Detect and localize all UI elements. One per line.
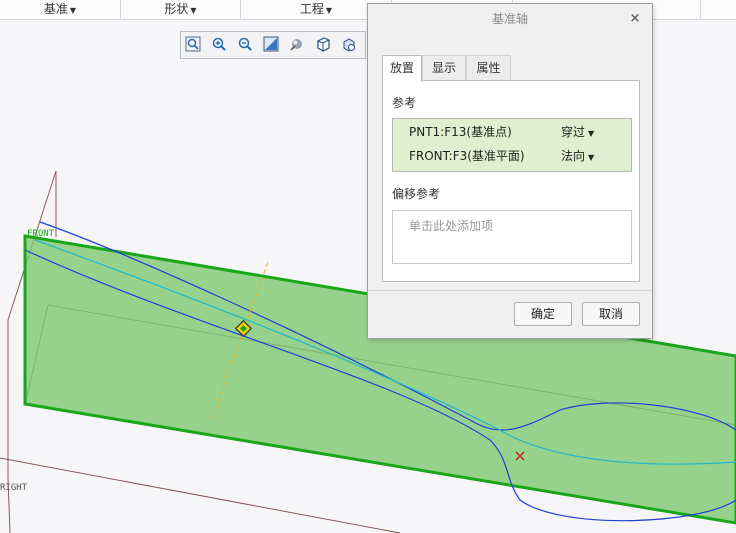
chevron-down-icon: ▼ xyxy=(325,6,333,15)
reference-row[interactable]: PNT1:F13(基准点) 穿过 ▼ xyxy=(393,120,631,144)
spin-center-icon[interactable] xyxy=(289,36,309,54)
chevron-down-icon: ▼ xyxy=(588,153,595,162)
tab-properties[interactable]: 属性 xyxy=(466,55,511,80)
reference-row[interactable]: FRONT:F3(基准平面) 法向 ▼ xyxy=(393,144,631,168)
chevron-down-icon: ▼ xyxy=(588,129,595,138)
group-divider xyxy=(700,0,701,19)
offset-references-label: 偏移参考 xyxy=(392,187,441,201)
constraint-value: 法向 xyxy=(561,149,586,163)
shape-group-label: 形状 xyxy=(164,2,189,16)
zoom-out-icon[interactable] xyxy=(237,36,257,54)
chevron-down-icon: ▼ xyxy=(69,6,77,15)
offset-placeholder: 单击此处添加项 xyxy=(409,219,494,233)
references-collector[interactable]: PNT1:F13(基准点) 穿过 ▼ FRONT:F3(基准平面) 法向 ▼ xyxy=(392,118,632,172)
offset-references-collector[interactable]: 单击此处添加项 xyxy=(392,210,632,264)
dialog-title: 基准轴 xyxy=(491,12,528,26)
chevron-down-icon: ▼ xyxy=(190,6,197,15)
display-style-icon[interactable] xyxy=(315,36,335,54)
front-plane-label: FRONT xyxy=(27,229,55,239)
repaint-icon[interactable] xyxy=(263,36,283,54)
zoom-fit-icon[interactable] xyxy=(185,36,205,54)
zoom-in-icon[interactable] xyxy=(211,36,231,54)
tab-placement[interactable]: 放置 xyxy=(382,55,422,82)
tab-display[interactable]: 显示 xyxy=(422,55,466,80)
reference-name: PNT1:F13(基准点) xyxy=(409,125,512,139)
footer-divider xyxy=(368,290,652,291)
close-icon[interactable]: × xyxy=(628,12,642,26)
constraint-value: 穿过 xyxy=(561,125,586,139)
constraint-dropdown[interactable]: 穿过 ▼ xyxy=(561,120,594,146)
datum-group-label: 基准 xyxy=(43,2,68,16)
placement-panel: 参考 PNT1:F13(基准点) 穿过 ▼ FRONT:F3(基准平面) 法向 ▼ … xyxy=(382,80,640,282)
ok-button[interactable]: 确定 xyxy=(514,302,572,326)
right-plane-label: RIGHT xyxy=(0,483,28,493)
datum-group-menu[interactable]: 基准 ▼ xyxy=(0,0,120,19)
graphics-toolbar xyxy=(180,31,366,59)
saved-orientation-icon[interactable] xyxy=(341,36,361,54)
reference-name: FRONT:F3(基准平面) xyxy=(409,149,525,163)
cancel-button[interactable]: 取消 xyxy=(582,302,640,326)
engineering-group-label: 工程 xyxy=(299,2,324,16)
shape-group-menu[interactable]: 形状 ▼ xyxy=(121,0,240,19)
references-label: 参考 xyxy=(392,96,417,110)
constraint-dropdown[interactable]: 法向 ▼ xyxy=(561,144,594,170)
datum-axis-dialog: 基准轴 × 放置 显示 属性 参考 PNT1:F13(基准点) 穿过 ▼ FRON… xyxy=(367,3,653,339)
